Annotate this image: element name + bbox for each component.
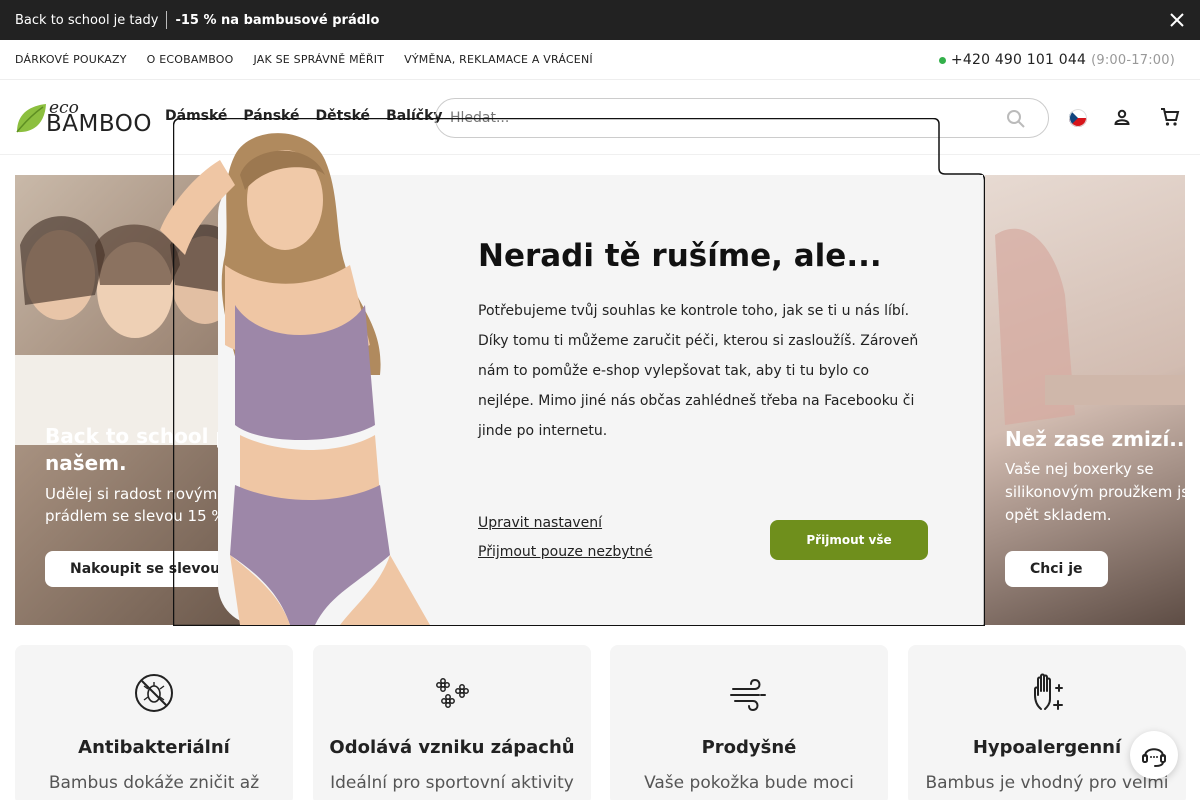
antibacterial-icon bbox=[135, 674, 173, 712]
czech-flag-icon[interactable] bbox=[1069, 109, 1087, 127]
chat-support-button[interactable] bbox=[1130, 731, 1178, 779]
util-link-measure[interactable]: JAK SE SPRÁVNĚ MĚŘIT bbox=[254, 53, 385, 66]
feature-desc: Bambus dokáže zničit až bbox=[48, 773, 260, 793]
feature-desc: Ideální pro sportovní aktivity bbox=[330, 773, 574, 793]
accept-necessary-link[interactable]: Přijmout pouze nezbytné bbox=[478, 544, 652, 560]
util-link-gift-cards[interactable]: DÁRKOVÉ POUKAZY bbox=[15, 53, 127, 66]
accept-all-button[interactable]: Přijmout vše bbox=[770, 520, 928, 560]
banner-right-subtitle: Vaše nej boxerky se silikonovým proužkem… bbox=[1005, 458, 1185, 527]
feature-card-antibacterial: Antibakteriální Bambus dokáže zničit až bbox=[15, 645, 293, 800]
promo-bar: Back to school je tady -15 % na bambusov… bbox=[0, 0, 1200, 40]
feature-card-breathable: Prodyšné Vaše pokožka bude moci bbox=[610, 645, 888, 800]
util-link-returns[interactable]: VÝMĚNA, REKLAMACE A VRÁCENÍ bbox=[404, 53, 593, 66]
close-icon[interactable] bbox=[1168, 11, 1186, 29]
hand-sparkle-icon bbox=[1034, 673, 1063, 710]
banner-right-title: Než zase zmizí... bbox=[1005, 427, 1185, 451]
banner-right-subtitle-line2: silikonovým proužkem jsou bbox=[1005, 483, 1185, 501]
online-status-dot bbox=[938, 56, 946, 64]
cart-icon[interactable] bbox=[1160, 107, 1180, 127]
edit-settings-link[interactable]: Upravit nastavení bbox=[478, 515, 602, 531]
promo-left-text[interactable]: Back to school je tady bbox=[15, 13, 158, 28]
leaf-logo-icon bbox=[16, 104, 46, 133]
feature-title: Prodyšné bbox=[701, 737, 797, 758]
logo[interactable]: eco BAMBOO bbox=[15, 98, 152, 138]
search-icon[interactable] bbox=[1006, 109, 1026, 129]
banner-photo-boxers bbox=[995, 228, 1185, 425]
feature-desc: Vaše pokožka bude moci bbox=[644, 773, 854, 793]
modal-body-text: Potřebujeme tvůj souhlas ke kontrole toh… bbox=[478, 303, 919, 439]
promo-separator bbox=[166, 11, 168, 29]
banner-right-subtitle-line3: opět skladem. bbox=[1005, 506, 1112, 524]
feature-card-odor: Odolává vzniku zápachů Ideální pro sport… bbox=[313, 645, 591, 800]
want-them-button[interactable]: Chci je bbox=[1005, 551, 1108, 587]
hero-banner-boxers[interactable]: Než zase zmizí... Vaše nej boxerky se si… bbox=[985, 175, 1185, 625]
headset-icon bbox=[1142, 748, 1166, 767]
modal-model-photo bbox=[160, 133, 430, 625]
phone-contact[interactable]: +420 490 101 044 (9:00-17:00) bbox=[938, 52, 1175, 68]
modal-title: Neradi tě rušíme, ale... bbox=[478, 238, 882, 274]
promo-right-text[interactable]: -15 % na bambusové prádlo bbox=[175, 13, 379, 28]
util-link-about[interactable]: O ECOBAMBOO bbox=[147, 53, 234, 66]
phone-number[interactable]: +420 490 101 044 bbox=[951, 52, 1086, 68]
banner-right-subtitle-line1: Vaše nej boxerky se bbox=[1005, 460, 1154, 478]
feature-title: Antibakteriální bbox=[78, 737, 230, 758]
flowers-icon bbox=[436, 678, 469, 708]
phone-hours: (9:00-17:00) bbox=[1091, 52, 1175, 68]
utility-bar: DÁRKOVÉ POUKAZY O ECOBAMBOO JAK SE SPRÁV… bbox=[0, 40, 1200, 80]
user-icon[interactable] bbox=[1113, 108, 1131, 126]
logo-bamboo-text: BAMBOO bbox=[46, 111, 152, 137]
feature-title: Odolává vzniku zápachů bbox=[329, 737, 575, 758]
wind-icon bbox=[730, 678, 766, 712]
